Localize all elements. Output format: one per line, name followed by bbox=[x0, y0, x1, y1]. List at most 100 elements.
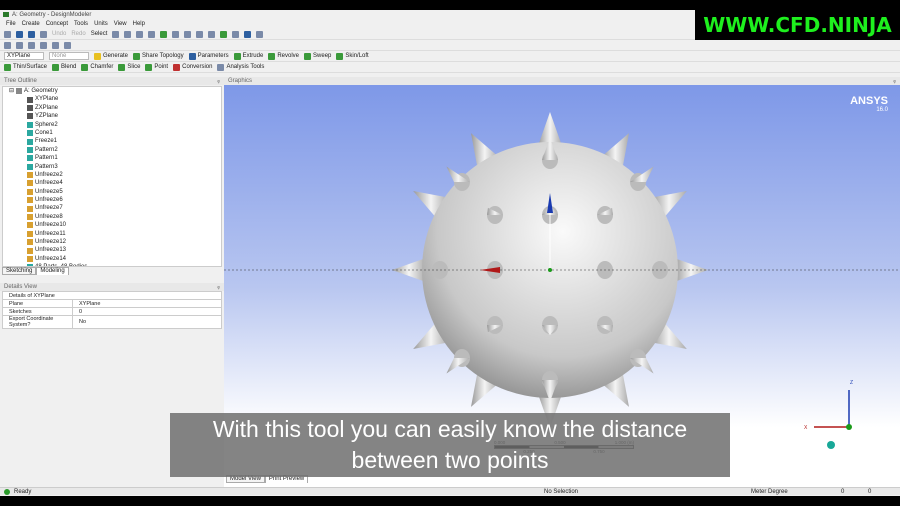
chamfer-button[interactable]: Chamfer bbox=[81, 63, 113, 71]
tab-modeling[interactable]: Modeling bbox=[36, 267, 69, 275]
tree-item[interactable]: Pattern1 bbox=[3, 154, 221, 162]
body-tool-icon[interactable] bbox=[64, 41, 71, 49]
collapse-icon[interactable]: ⊟ bbox=[9, 87, 14, 95]
parameters-button[interactable]: Parameters bbox=[188, 52, 229, 60]
status-units[interactable]: Meter Degree bbox=[751, 489, 841, 495]
face-tool-icon[interactable] bbox=[52, 41, 59, 49]
tree-item[interactable]: Pattern3 bbox=[3, 163, 221, 171]
conversion-icon bbox=[173, 63, 181, 71]
tree-item-label: ZXPlane bbox=[35, 104, 59, 111]
menu-create[interactable]: Create bbox=[22, 21, 40, 27]
menu-tools[interactable]: Tools bbox=[74, 21, 88, 27]
menu-concept[interactable]: Concept bbox=[46, 21, 68, 27]
details-value[interactable]: XYPlane bbox=[72, 299, 222, 308]
menu-file[interactable]: File bbox=[6, 21, 16, 27]
tree-item[interactable]: Unfreeze10 bbox=[3, 221, 221, 229]
feature-icon bbox=[27, 230, 33, 237]
revolve-label: Revolve bbox=[277, 53, 300, 59]
display-plane-icon[interactable] bbox=[4, 41, 11, 49]
tree-item[interactable]: XYPlane bbox=[3, 95, 221, 103]
tree-root[interactable]: ⊟ A: Geometry bbox=[3, 87, 221, 95]
details-row: Plane XYPlane bbox=[2, 299, 222, 308]
tree-item-label: Freeze1 bbox=[35, 138, 58, 145]
blend-label: Blend bbox=[61, 64, 77, 70]
zoom-fit-icon[interactable] bbox=[220, 30, 228, 38]
tree-item[interactable]: Unfreeze7 bbox=[3, 204, 221, 212]
tree-item-label: Unfreeze8 bbox=[35, 213, 63, 220]
tree-item[interactable]: Unfreeze6 bbox=[3, 196, 221, 204]
undo-button[interactable]: Undo bbox=[52, 31, 66, 37]
tab-sketching[interactable]: Sketching bbox=[2, 267, 37, 275]
select-button[interactable]: Select bbox=[91, 31, 108, 37]
details-value[interactable]: 0 bbox=[72, 307, 222, 316]
pin-icon[interactable]: ᵩ bbox=[893, 77, 896, 85]
plane-select[interactable]: XYPlane bbox=[4, 52, 44, 60]
screenshot-icon[interactable] bbox=[40, 30, 47, 38]
details-group-header[interactable]: Details of XYPlane bbox=[2, 291, 222, 300]
tree-outline: ⊟ A: Geometry XYPlane ZXPlane YZPlane Sphere… bbox=[2, 86, 222, 267]
edge-tool-icon[interactable] bbox=[40, 41, 47, 49]
tree-item[interactable]: Freeze1 bbox=[3, 137, 221, 145]
tree-item[interactable]: Cone1 bbox=[3, 129, 221, 137]
save-icon[interactable] bbox=[16, 30, 23, 38]
extrude-button[interactable]: Extrude bbox=[233, 52, 264, 60]
rotate-icon[interactable] bbox=[172, 30, 180, 38]
edge-filter-icon[interactable] bbox=[148, 30, 156, 38]
blend-button[interactable]: Blend bbox=[52, 63, 77, 71]
slice-button[interactable]: Slice bbox=[118, 63, 140, 71]
details-value[interactable]: No bbox=[72, 315, 222, 329]
generate-label: Generate bbox=[103, 53, 129, 59]
tree-item[interactable]: Sphere2 bbox=[3, 121, 221, 129]
feature-icon bbox=[27, 256, 33, 262]
face-filter-icon[interactable] bbox=[136, 30, 144, 38]
magnifier-icon[interactable] bbox=[232, 30, 240, 38]
generate-button[interactable]: Generate bbox=[94, 52, 129, 60]
tree-item[interactable]: Unfreeze14 bbox=[3, 255, 221, 263]
display-icon[interactable] bbox=[244, 30, 252, 38]
tree-item[interactable]: Unfreeze4 bbox=[3, 179, 221, 187]
menu-help[interactable]: Help bbox=[133, 21, 145, 27]
pin-icon[interactable]: ᵩ bbox=[217, 283, 220, 291]
point-icon[interactable] bbox=[256, 30, 264, 38]
line-tool-icon[interactable] bbox=[28, 41, 35, 49]
display-model-icon[interactable] bbox=[16, 41, 23, 49]
share-topology-button[interactable]: Share Topology bbox=[133, 52, 184, 60]
pin-icon[interactable]: ᵩ bbox=[217, 77, 220, 85]
save-as-icon[interactable] bbox=[28, 30, 35, 38]
tree-item-label: Unfreeze10 bbox=[35, 222, 67, 229]
tree-item[interactable]: Unfreeze5 bbox=[3, 188, 221, 196]
new-icon[interactable] bbox=[4, 30, 11, 38]
revolve-button[interactable]: Revolve bbox=[268, 52, 300, 60]
analysis-tools-button[interactable]: Analysis Tools bbox=[217, 63, 264, 71]
selection-filter-icon[interactable] bbox=[124, 30, 132, 38]
box-zoom-icon[interactable] bbox=[208, 30, 216, 38]
menu-units[interactable]: Units bbox=[94, 21, 108, 27]
tree-item[interactable]: Unfreeze11 bbox=[3, 230, 221, 238]
isometric-ball[interactable] bbox=[827, 441, 835, 449]
tree-item[interactable]: Unfreeze12 bbox=[3, 238, 221, 246]
sketch-select[interactable]: None bbox=[49, 52, 89, 60]
conversion-button[interactable]: Conversion bbox=[173, 63, 213, 71]
pan-icon[interactable] bbox=[184, 30, 192, 38]
point-button[interactable]: Point bbox=[145, 63, 168, 71]
menu-view[interactable]: View bbox=[114, 21, 127, 27]
extrude-label: Extrude bbox=[242, 53, 264, 59]
sweep-button[interactable]: Sweep bbox=[304, 52, 331, 60]
app-icon bbox=[3, 12, 9, 17]
skin-loft-button[interactable]: Skin/Loft bbox=[336, 52, 369, 60]
tree-item[interactable]: Unfreeze2 bbox=[3, 171, 221, 179]
redo-button[interactable]: Redo bbox=[71, 31, 85, 37]
tree-item[interactable]: ZXPlane bbox=[3, 104, 221, 112]
thin-surface-button[interactable]: Thin/Surface bbox=[4, 63, 47, 71]
tree-item[interactable]: YZPlane bbox=[3, 112, 221, 120]
tree-item[interactable]: Pattern2 bbox=[3, 146, 221, 154]
tree-item[interactable]: Unfreeze8 bbox=[3, 213, 221, 221]
tree-item-label: Unfreeze13 bbox=[35, 247, 67, 254]
conversion-label: Conversion bbox=[182, 64, 213, 70]
zoom-icon[interactable] bbox=[196, 30, 204, 38]
details-header: Details View ᵩ bbox=[0, 283, 224, 291]
status-value-2: 0 bbox=[868, 488, 872, 495]
body-filter-icon[interactable] bbox=[160, 30, 168, 38]
tree-item[interactable]: Unfreeze13 bbox=[3, 246, 221, 254]
select-mode-icon[interactable] bbox=[112, 30, 120, 38]
